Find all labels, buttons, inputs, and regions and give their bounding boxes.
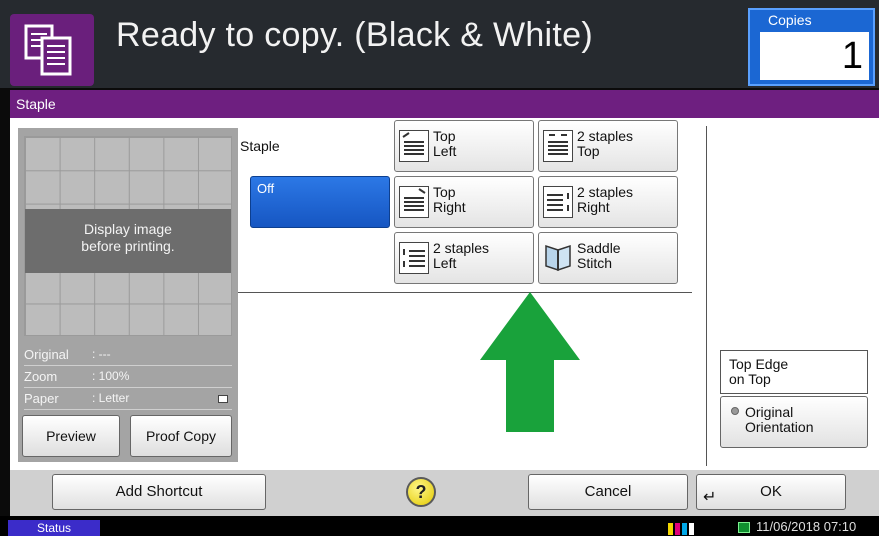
info-label: Zoom <box>24 369 58 384</box>
staple-top-right-icon <box>399 186 429 218</box>
staple-label: Staple <box>240 138 280 154</box>
preview-panel: Display image before printing. Original … <box>18 128 238 462</box>
help-button[interactable]: ? <box>406 477 436 507</box>
ok-button[interactable]: ↵ OK <box>696 474 846 510</box>
orientation-value-line2: on Top <box>729 371 771 387</box>
info-value: : Letter <box>92 391 130 405</box>
option-label: 2 staples Left <box>433 240 490 271</box>
radio-dot-icon <box>731 407 739 415</box>
page-title: Ready to copy. (Black & White) <box>116 16 593 54</box>
staple-top-left-button[interactable]: Top Left <box>394 120 534 172</box>
orientation-button-line1: Original <box>745 404 794 420</box>
info-value: : --- <box>92 347 111 361</box>
add-shortcut-button[interactable]: Add Shortcut <box>52 474 266 510</box>
enter-icon: ↵ <box>703 489 717 506</box>
info-zoom: Zoom : 100% <box>24 366 232 388</box>
saddle-stitch-icon <box>543 242 573 274</box>
option-label: 2 staples Right <box>577 184 634 215</box>
paper-icon <box>218 395 228 403</box>
preview-area: Display image before printing. <box>24 136 232 336</box>
header: Ready to copy. (Black & White) Copies 1 <box>0 0 879 88</box>
copies-label: Copies <box>768 12 812 28</box>
staple-two-top-button[interactable]: 2 staples Top <box>538 120 678 172</box>
staple-two-top-icon <box>543 130 573 162</box>
proof-copy-button[interactable]: Proof Copy <box>130 415 232 457</box>
calendar-icon <box>738 522 750 533</box>
date-time: 11/06/2018 07:10 <box>756 519 857 534</box>
preview-message-line2: before printing. <box>81 238 175 254</box>
status-button[interactable]: Status <box>8 520 100 536</box>
cancel-button[interactable]: Cancel <box>528 474 688 510</box>
info-paper: Paper : Letter <box>24 388 232 410</box>
info-value: : 100% <box>92 369 130 383</box>
option-label: Top Left <box>433 128 457 159</box>
orientation-value-line1: Top Edge <box>729 356 789 372</box>
info-original: Original : --- <box>24 344 232 366</box>
ok-label: OK <box>760 483 782 500</box>
preview-message: Display image before printing. <box>25 209 231 273</box>
arrow-up-icon <box>480 292 580 432</box>
orientation-button-line2: Orientation <box>745 419 814 435</box>
staple-two-left-icon <box>399 242 429 274</box>
orientation-value: Top Edge on Top <box>720 350 868 394</box>
preview-button[interactable]: Preview <box>22 415 120 457</box>
option-label: Saddle Stitch <box>577 240 621 271</box>
info-label: Paper <box>24 391 59 406</box>
info-label: Original <box>24 347 69 362</box>
copy-document-icon <box>10 14 94 86</box>
copies-field[interactable]: Copies 1 <box>748 8 875 86</box>
original-orientation-button[interactable]: Original Orientation <box>720 396 868 448</box>
main-panel: Display image before printing. Original … <box>10 118 879 470</box>
staple-two-right-button[interactable]: 2 staples Right <box>538 176 678 228</box>
status-bar: Status 11/06/2018 07:10 <box>0 516 879 536</box>
bottom-bar: Add Shortcut ? Cancel ↵ OK <box>10 470 879 516</box>
option-label: Top Right <box>433 184 466 215</box>
divider <box>238 292 692 293</box>
divider <box>706 126 707 466</box>
staple-off-button[interactable]: Off <box>250 176 390 228</box>
staple-top-left-icon <box>399 130 429 162</box>
copies-value[interactable]: 1 <box>760 32 869 80</box>
staple-two-right-icon <box>543 186 573 218</box>
staple-top-right-button[interactable]: Top Right <box>394 176 534 228</box>
saddle-stitch-button[interactable]: Saddle Stitch <box>538 232 678 284</box>
preview-message-line1: Display image <box>84 221 172 237</box>
function-title-bar: Staple <box>10 90 879 118</box>
option-label: 2 staples Top <box>577 128 634 159</box>
toner-level-icon <box>668 522 704 535</box>
staple-two-left-button[interactable]: 2 staples Left <box>394 232 534 284</box>
